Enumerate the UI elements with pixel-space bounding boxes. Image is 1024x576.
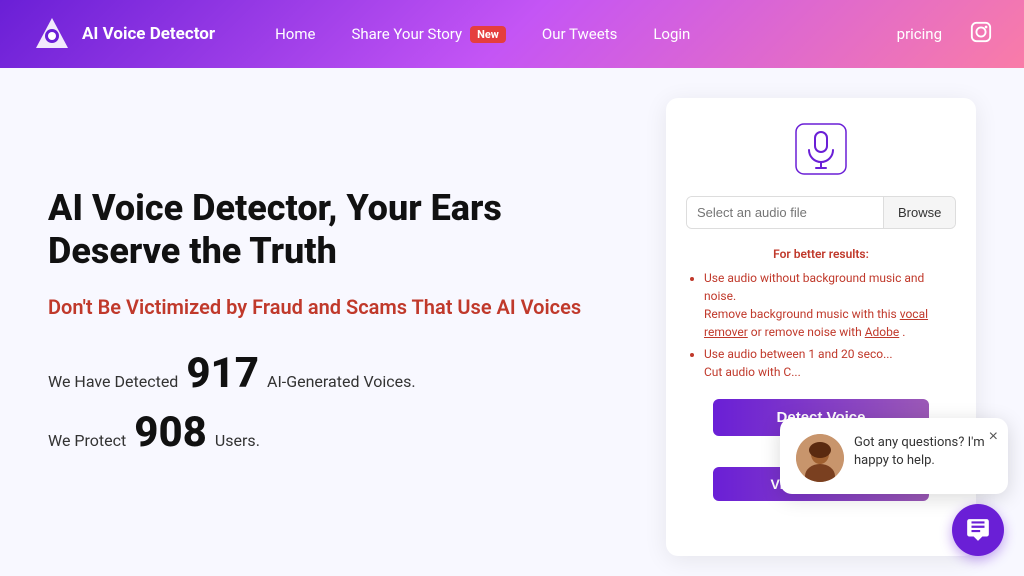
nav-pricing[interactable]: pricing — [897, 25, 942, 43]
voices-count: 917 — [186, 349, 259, 398]
navbar: AI Voice Detector Home Share Your Story … — [0, 0, 1024, 68]
chat-bubble-button[interactable] — [952, 504, 1004, 556]
new-badge: New — [470, 26, 506, 43]
stat-users: We Protect 908 Users. — [48, 408, 606, 457]
adobe-link[interactable]: Adobe — [865, 325, 900, 339]
stat-voices: We Have Detected 917 AI-Generated Voices… — [48, 349, 606, 398]
main-content: AI Voice Detector, Your Ears Deserve the… — [0, 68, 1024, 576]
chat-message: Got any questions? I'm happy to help. — [854, 434, 992, 470]
mic-icon-wrap — [794, 122, 848, 180]
nav-right: pricing — [897, 21, 992, 48]
users-count: 908 — [134, 408, 207, 457]
tip-1: Use audio without background music and n… — [704, 269, 956, 341]
logo-text: AI Voice Detector — [82, 24, 215, 44]
file-input-row[interactable]: Browse — [686, 196, 956, 229]
nav-share[interactable]: Share Your Story New — [351, 25, 505, 43]
nav-links: Home Share Your Story New Our Tweets Log… — [275, 25, 897, 43]
chat-close-button[interactable]: × — [989, 428, 998, 446]
chat-icon — [965, 517, 991, 543]
nav-home[interactable]: Home — [275, 25, 315, 43]
tips-title: For better results: — [686, 245, 956, 263]
logo[interactable]: AI Voice Detector — [32, 14, 215, 54]
hero-subtitle: Don't Be Victimized by Fraud and Scams T… — [48, 293, 606, 321]
hero-section: AI Voice Detector, Your Ears Deserve the… — [48, 98, 626, 556]
file-input[interactable] — [687, 197, 883, 228]
tips-section: For better results: Use audio without ba… — [686, 245, 956, 385]
tips-list: Use audio without background music and n… — [686, 269, 956, 381]
avatar-image — [796, 434, 844, 482]
nav-login[interactable]: Login — [653, 25, 690, 43]
instagram-icon[interactable] — [970, 21, 992, 48]
chat-avatar — [796, 434, 844, 482]
tip-2: Use audio between 1 and 20 seco... Cut a… — [704, 345, 956, 381]
browse-button[interactable]: Browse — [883, 197, 955, 228]
chat-popup: × Got any questions? I'm happy to help. — [780, 418, 1008, 494]
mic-icon — [794, 122, 848, 176]
nav-tweets[interactable]: Our Tweets — [542, 25, 617, 43]
hero-title: AI Voice Detector, Your Ears Deserve the… — [48, 187, 606, 273]
logo-icon — [32, 14, 72, 54]
chat-popup-header: Got any questions? I'm happy to help. — [796, 434, 992, 482]
